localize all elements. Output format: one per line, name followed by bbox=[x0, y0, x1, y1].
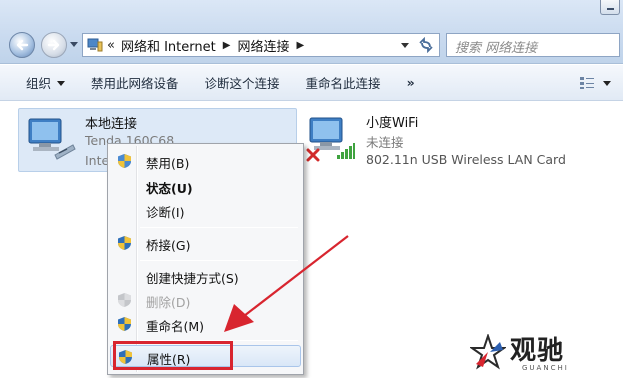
command-bar: 组织 禁用此网络设备 诊断这个连接 重命名此连接 » bbox=[0, 65, 623, 101]
shield-icon bbox=[118, 236, 131, 250]
menu-item-label: 禁用(B) bbox=[146, 156, 190, 171]
connection-status: 未连接 bbox=[366, 135, 404, 150]
view-options-icon bbox=[580, 77, 594, 89]
disconnected-x-icon bbox=[306, 148, 320, 162]
watermark-subtext: GUANCHI bbox=[522, 364, 569, 372]
annotation-arrow-icon bbox=[224, 235, 349, 332]
address-history-dropdown[interactable] bbox=[401, 43, 409, 48]
breadcrumb-network-internet[interactable]: 网络和 Internet bbox=[121, 36, 216, 55]
shield-icon bbox=[118, 154, 131, 168]
menu-item-label: 诊断(I) bbox=[146, 205, 185, 220]
breadcrumb-separator-icon[interactable]: ▶ bbox=[223, 40, 231, 51]
menu-item-label: 删除(D) bbox=[146, 295, 191, 310]
rename-connection-button[interactable]: 重命名此连接 bbox=[306, 73, 381, 92]
shield-icon bbox=[118, 317, 131, 331]
more-commands-button[interactable]: » bbox=[407, 75, 415, 90]
breadcrumb-overflow[interactable]: « bbox=[107, 38, 115, 53]
menu-item-label: 桥接(G) bbox=[146, 238, 191, 253]
connection-adapter: Inte bbox=[85, 153, 110, 168]
menu-item-diagnose[interactable]: 诊断(I) bbox=[110, 199, 301, 221]
watermark-text: 观驰 bbox=[510, 336, 565, 366]
connection-adapter: 802.11n USB Wireless LAN Card bbox=[366, 152, 566, 167]
diagnose-connection-button[interactable]: 诊断这个连接 bbox=[205, 73, 280, 92]
organize-menu-button[interactable]: 组织 bbox=[26, 73, 66, 92]
menu-item-disable[interactable]: 禁用(B) bbox=[110, 150, 301, 172]
breadcrumb-network-connections[interactable]: 网络连接 bbox=[237, 36, 289, 55]
recent-pages-dropdown[interactable] bbox=[70, 42, 78, 47]
disable-device-button[interactable]: 禁用此网络设备 bbox=[91, 73, 179, 92]
star-logo-icon bbox=[470, 334, 506, 370]
chevron-down-icon bbox=[57, 81, 66, 86]
forward-arrow-icon bbox=[47, 39, 60, 51]
search-input[interactable]: 搜索 网络连接 bbox=[446, 33, 620, 57]
connection-name: 本地连接 bbox=[85, 117, 138, 132]
forward-button[interactable] bbox=[41, 32, 67, 58]
chevron-down-icon bbox=[603, 80, 611, 86]
menu-item-label: 重命名(M) bbox=[146, 319, 205, 334]
shield-icon bbox=[118, 293, 131, 307]
wifi-signal-icon bbox=[337, 143, 355, 159]
menu-separator bbox=[140, 227, 298, 228]
watermark-logo: 观驰 GUANCHI bbox=[470, 330, 610, 376]
breadcrumb-separator-icon[interactable]: ▶ bbox=[296, 40, 304, 51]
menu-item-status[interactable]: 状态(U) bbox=[110, 175, 301, 197]
address-toolbar: « 网络和 Internet ▶ 网络连接 ▶ 搜索 网络连接 bbox=[0, 0, 623, 64]
network-adapter-icon bbox=[28, 118, 76, 160]
back-arrow-icon bbox=[16, 39, 29, 51]
change-view-button[interactable] bbox=[579, 75, 611, 91]
connection-name: 小度WiFi bbox=[366, 116, 419, 131]
highlight-box bbox=[113, 341, 233, 370]
connection-wifi[interactable]: 小度WiFi 未连接 802.11n USB Wireless LAN Card bbox=[300, 108, 600, 172]
organize-label: 组织 bbox=[26, 76, 52, 91]
back-button[interactable] bbox=[9, 32, 35, 58]
address-bar[interactable]: « 网络和 Internet ▶ 网络连接 ▶ bbox=[82, 33, 440, 57]
minimize-button[interactable] bbox=[600, 0, 620, 15]
control-panel-icon bbox=[87, 38, 103, 52]
refresh-icon[interactable] bbox=[417, 37, 435, 53]
menu-item-label: 状态(U) bbox=[146, 181, 193, 196]
